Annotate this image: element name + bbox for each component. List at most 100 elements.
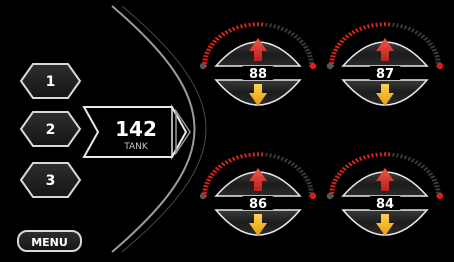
gauge-min-dot [327,63,333,69]
gauge-tick [418,163,421,166]
gauge-tick [274,25,276,29]
gauge-tick [349,33,352,36]
gauge-tick [408,157,410,161]
gauge-tick [204,56,209,57]
gauge-tick [364,26,366,30]
gauge-tick [308,59,313,60]
gauge-tick [218,35,222,38]
gauge-tick [330,189,335,190]
lower-button[interactable] [216,80,300,106]
menu-button[interactable]: MENU [18,231,81,251]
gauge-grid: 88 87 86 84 [200,22,443,236]
gauge-tick [356,159,359,162]
gauge-tick [278,26,280,30]
gauge-tick [372,24,373,28]
chevron-right-icon [176,111,190,153]
gauge-tick [303,46,308,48]
gauge-tick [206,49,211,51]
gauge-value: 86 [249,197,267,212]
gauge-min-dot [200,193,206,199]
gauge-tick [330,59,335,60]
gauge-value: 87 [376,67,394,82]
preset-button-3[interactable]: 3 [21,163,80,197]
gauge-tick [393,153,394,157]
gauge-tick [372,154,373,158]
preset-button-2[interactable]: 2 [21,112,80,146]
gauge-rear-right: 84 [327,152,443,236]
gauge-front-right: 87 [327,22,443,106]
gauge-tick [340,40,344,42]
preset-button-1[interactable]: 1 [21,64,80,98]
gauge-tick [278,156,280,160]
gauge-tick [434,183,439,184]
gauge-tick [430,176,435,178]
gauge-tick [233,27,235,31]
gauge-tick [297,38,301,41]
gauge-tick [302,173,306,175]
gauge-tick [342,168,346,171]
gauge-tick [206,179,211,181]
gauge-tick [215,168,219,171]
gauge-tick [376,23,377,27]
air-suspension-screen: 1 2 3 MENU 142 TANK 88 87 86 84 [0,0,454,258]
gauge-front-left: 88 [200,22,316,106]
gauge-tick [281,157,283,161]
gauge-tick [424,38,428,41]
gauge-max-dot [437,193,443,199]
gauge-tick [332,53,337,54]
tank-panel: 142 TANK [84,107,190,157]
gauge-tick [352,31,355,34]
gauge-tick [405,26,407,30]
gauge-tick [294,35,298,38]
gauge-tick [215,38,219,41]
gauge-tick [308,56,313,57]
gauge-tick [435,186,440,187]
gauge-tick [241,155,243,159]
raise-button[interactable] [216,38,300,66]
gauge-tick [349,163,352,166]
gauge-tick [203,59,208,60]
gauge-tick [435,56,440,57]
gauge-tick [303,176,308,178]
gauge-tick [210,43,214,45]
preset-label: 2 [46,122,56,138]
gauge-tick [345,165,349,168]
gauge-tick [401,155,403,159]
gauge-tick [285,29,288,32]
lower-button[interactable] [216,210,300,236]
lower-button[interactable] [343,80,427,106]
gauge-tick [429,173,433,175]
gauge-tick [421,165,425,168]
gauge-tick [281,27,283,31]
raise-button[interactable] [343,168,427,196]
gauge-tick [274,155,276,159]
gauge-tick [299,170,303,172]
gauge-tick [203,189,208,190]
tank-value: 142 [115,117,157,141]
decorative-arc [112,6,195,252]
gauge-tick [208,46,213,48]
gauge-tick [408,27,410,31]
menu-label: MENU [31,236,68,249]
gauge-tick [308,186,313,187]
gauge-tick [305,49,310,51]
gauge-tick [208,176,213,178]
raise-button[interactable] [216,168,300,196]
lower-button[interactable] [343,210,427,236]
raise-button[interactable] [343,38,427,66]
gauge-tick [266,153,267,157]
gauge-tick [307,53,312,54]
gauge-tick [337,43,341,45]
gauge-tick [426,40,430,42]
gauge-tick [233,157,235,161]
gauge-tick [213,40,217,42]
gauge-tick [299,40,303,42]
gauge-tick [432,179,437,181]
gauge-tick [241,25,243,29]
decorative-arc-inner [122,6,206,252]
tank-label: TANK [123,142,149,152]
gauge-tick [249,153,250,157]
gauge-tick [432,49,437,51]
gauge-tick [297,168,301,171]
gauge-tick [237,156,239,160]
